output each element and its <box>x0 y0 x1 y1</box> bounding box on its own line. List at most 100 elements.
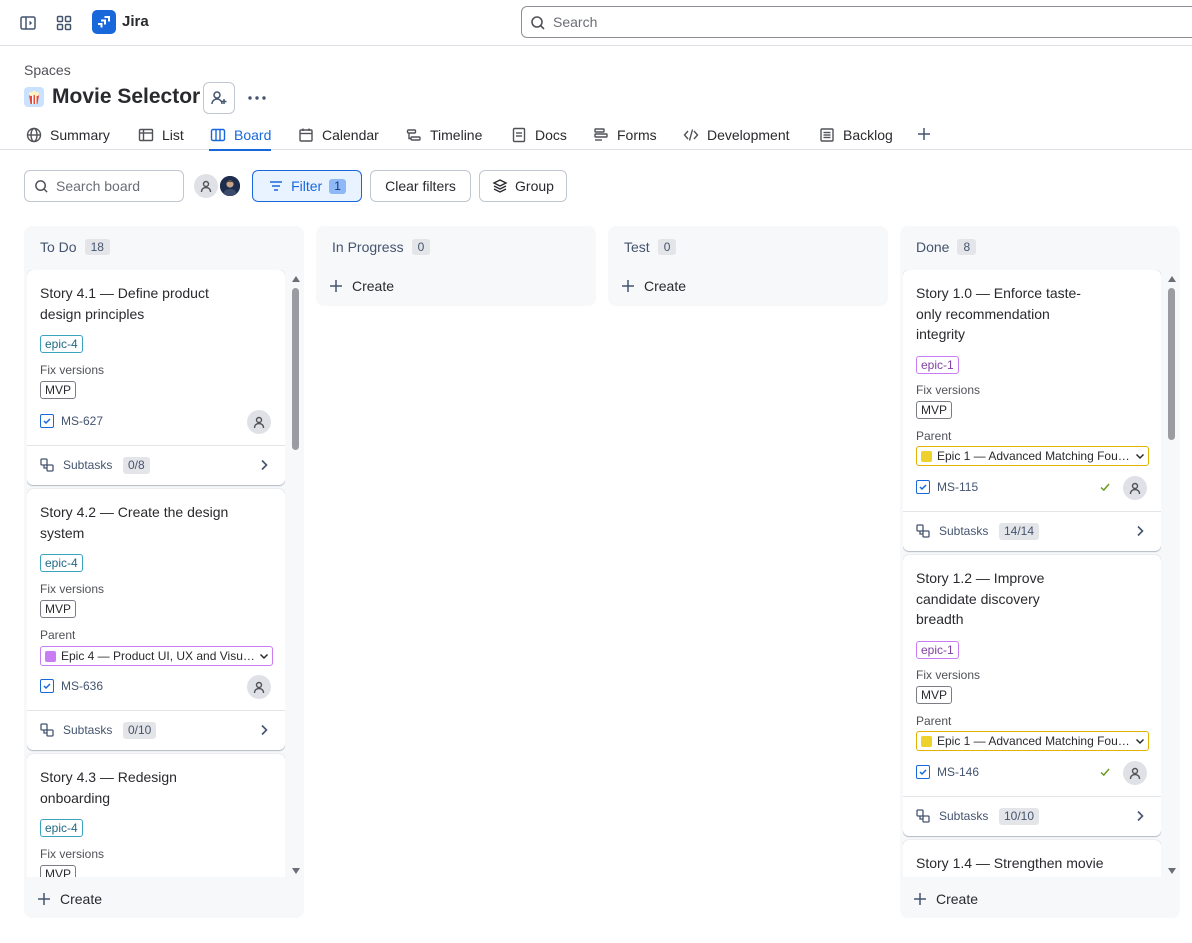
parent-selector[interactable]: Epic 4 — Product UI, UX and Visual Desig… <box>40 646 273 666</box>
assignee-avatar-icon[interactable] <box>1123 476 1147 500</box>
tab-timeline[interactable]: Timeline <box>405 124 482 146</box>
plus-icon <box>328 278 344 294</box>
column-count: 8 <box>957 239 977 255</box>
scroll-up-arrow[interactable] <box>292 276 300 282</box>
clear-filters-button[interactable]: Clear filters <box>370 170 471 202</box>
jira-logo-icon[interactable] <box>92 10 116 34</box>
assignee-avatar-icon[interactable] <box>1123 761 1147 785</box>
create-label: Create <box>352 278 395 294</box>
issue-key[interactable]: MS-115 <box>937 480 978 494</box>
column-title: To Do <box>40 239 77 255</box>
epic-label: epic-4 <box>40 335 83 353</box>
docs-icon <box>510 126 528 144</box>
page-title: Movie Selector <box>52 85 201 108</box>
issue-key[interactable]: MS-627 <box>61 414 103 428</box>
chevron-down-icon <box>256 648 272 664</box>
group-label: Group <box>515 178 554 194</box>
epic-color-swatch <box>45 650 56 662</box>
subtasks-count: 0/8 <box>123 457 150 474</box>
issue-key[interactable]: MS-636 <box>61 679 103 693</box>
create-issue-button[interactable]: Create <box>36 887 102 911</box>
card-list: Story 4.1 — Define product design princi… <box>27 270 285 877</box>
tab-summary[interactable]: Summary <box>25 124 110 146</box>
tab-calendar[interactable]: Calendar <box>297 124 379 146</box>
global-search-input[interactable]: Search <box>521 6 1192 38</box>
tab-backlog[interactable]: Backlog <box>818 124 893 146</box>
subtasks-label: Subtasks <box>63 458 113 472</box>
scroll-down-arrow[interactable] <box>292 868 300 874</box>
issue-card[interactable]: Story 4.3 — Redesign onboarding epic-4 F… <box>27 754 285 877</box>
chevron-right-icon[interactable] <box>1133 524 1147 538</box>
task-icon <box>916 765 930 779</box>
fix-versions-label: Fix versions <box>916 383 981 397</box>
filter-label: Filter <box>291 178 323 194</box>
tab-list[interactable]: List <box>137 124 184 146</box>
tab-docs-label: Docs <box>535 127 567 143</box>
user-avatar-filter[interactable] <box>218 174 242 198</box>
create-issue-button[interactable]: Create <box>620 274 686 298</box>
scrollbar-thumb[interactable] <box>1168 288 1175 440</box>
tab-forms[interactable]: Forms <box>592 124 657 146</box>
scroll-down-arrow[interactable] <box>1168 868 1176 874</box>
add-tab-icon[interactable] <box>913 123 935 145</box>
scroll-up-arrow[interactable] <box>1168 276 1176 282</box>
chevron-right-icon[interactable] <box>257 723 271 737</box>
subtasks-label: Subtasks <box>63 723 113 737</box>
group-button[interactable]: Group <box>479 170 567 202</box>
unassigned-avatar-filter[interactable] <box>194 174 218 198</box>
card-title[interactable]: Story 1.4 — Strengthen movie <box>916 853 1136 874</box>
assignee-avatar-icon[interactable] <box>247 675 271 699</box>
app-switcher-icon[interactable] <box>52 11 76 35</box>
tab-summary-label: Summary <box>50 127 110 143</box>
plus-icon <box>36 891 52 907</box>
issue-card[interactable]: Story 1.4 — Strengthen movie <box>903 840 1161 877</box>
tab-development[interactable]: Development <box>682 124 790 146</box>
parent-name: Epic 4 — Product UI, UX and Visual Desig… <box>61 649 256 663</box>
issue-card[interactable]: Story 1.0 — Enforce taste-only recommend… <box>903 270 1161 551</box>
create-label: Create <box>936 891 979 907</box>
breadcrumb[interactable]: Spaces <box>24 62 71 78</box>
issue-card[interactable]: Story 4.1 — Define product design princi… <box>27 270 285 485</box>
issue-card[interactable]: Story 4.2 — Create the design system epi… <box>27 489 285 750</box>
search-placeholder: Search <box>553 14 598 30</box>
search-icon <box>530 15 546 31</box>
card-title[interactable]: Story 4.2 — Create the design system <box>40 502 240 543</box>
code-icon <box>682 126 700 144</box>
parent-selector[interactable]: Epic 1 — Advanced Matching Foundations <box>916 446 1149 466</box>
scrollbar-thumb[interactable] <box>292 288 299 450</box>
subtask-icon <box>916 809 930 823</box>
card-title[interactable]: Story 4.1 — Define product design princi… <box>40 283 240 324</box>
app-name[interactable]: Jira <box>122 13 149 30</box>
subtasks-row[interactable]: Subtasks 0/8 <box>27 445 285 485</box>
card-title[interactable]: Story 4.3 — Redesign onboarding <box>40 767 240 808</box>
chevron-right-icon[interactable] <box>1133 809 1147 823</box>
card-list: Story 1.0 — Enforce taste-only recommend… <box>903 270 1161 877</box>
create-issue-button[interactable]: Create <box>328 274 394 298</box>
subtasks-row[interactable]: Subtasks 0/10 <box>27 710 285 750</box>
column-count: 0 <box>411 239 431 255</box>
chevron-down-icon <box>1132 448 1148 464</box>
project-tabs: Summary List Board Calendar Timeline Doc… <box>0 118 1192 151</box>
issue-key[interactable]: MS-146 <box>937 765 979 779</box>
card-title[interactable]: Story 1.2 — Improve candidate discovery … <box>916 568 1086 630</box>
subtasks-row[interactable]: Subtasks 14/14 <box>903 511 1161 551</box>
issue-card[interactable]: Story 1.2 — Improve candidate discovery … <box>903 555 1161 836</box>
add-people-button[interactable] <box>203 82 235 114</box>
column-count: 0 <box>657 239 677 255</box>
subtasks-row[interactable]: Subtasks 10/10 <box>903 796 1161 836</box>
create-issue-button[interactable]: Create <box>912 887 978 911</box>
create-label: Create <box>644 278 687 294</box>
filter-button[interactable]: Filter 1 <box>252 170 362 202</box>
board-search-input[interactable]: Search board <box>24 170 184 202</box>
chevron-right-icon[interactable] <box>257 458 271 472</box>
tab-docs[interactable]: Docs <box>510 124 567 146</box>
more-actions-icon[interactable] <box>243 82 271 114</box>
fix-version-tag: MVP <box>40 381 77 399</box>
tab-board[interactable]: Board <box>209 124 272 151</box>
parent-selector[interactable]: Epic 1 — Advanced Matching Foundations <box>916 731 1149 751</box>
epic-label: epic-1 <box>916 356 959 374</box>
sidebar-toggle-icon[interactable] <box>16 11 40 35</box>
assignee-avatar-icon[interactable] <box>247 410 271 434</box>
tab-timeline-label: Timeline <box>430 127 483 143</box>
card-title[interactable]: Story 1.0 — Enforce taste-only recommend… <box>916 283 1101 345</box>
